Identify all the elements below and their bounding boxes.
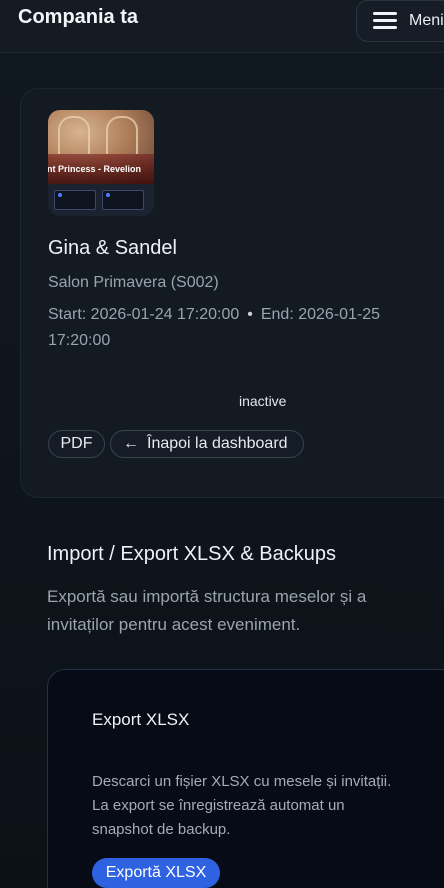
- hamburger-icon: [373, 12, 397, 30]
- event-schedule: Start: 2026-01-24 17:20:00 • End: 2026-01-…: [48, 302, 418, 354]
- arrow-left-icon: ←: [123, 435, 139, 452]
- event-venue: Salon Primavera (S002): [48, 274, 219, 291]
- schedule-separator: •: [247, 306, 253, 323]
- app-frame: Compania ta Meniu ant Princess - Revelio…: [0, 0, 444, 888]
- menu-button[interactable]: Meniu: [356, 0, 444, 42]
- event-title: Gina & Sandel: [48, 237, 177, 259]
- thumbnail-caption: ant Princess - Revelion: [48, 154, 154, 184]
- status-badge: inactive: [239, 393, 287, 409]
- pdf-button-label: PDF: [60, 435, 93, 452]
- export-card-description: Descarci un fișier XLSX cu mesele și inv…: [92, 773, 392, 838]
- export-xlsx-card: Export XLSX Descarci un fișier XLSX cu m…: [47, 669, 444, 888]
- back-button-label: Înapoi la dashboard: [147, 435, 288, 452]
- event-thumbnail: ant Princess - Revelion: [48, 110, 154, 216]
- import-export-description: Exportă sau importă structura meselor și…: [47, 587, 367, 634]
- export-xlsx-button[interactable]: Exportă XLSX: [92, 858, 220, 888]
- event-start: Start: 2026-01-24 17:20:00: [48, 306, 240, 323]
- pdf-button[interactable]: PDF: [48, 430, 105, 458]
- event-card: ant Princess - Revelion Gina & Sandel Sa…: [20, 88, 444, 498]
- import-export-title: Import / Export XLSX & Backups: [47, 543, 337, 565]
- top-bar: Compania ta Meniu: [0, 0, 444, 53]
- thumbnail-ui-strip: [48, 184, 154, 216]
- export-card-title: Export XLSX: [92, 710, 190, 729]
- brand-title[interactable]: Compania ta: [18, 6, 138, 29]
- back-to-dashboard-button[interactable]: ← Înapoi la dashboard: [110, 430, 304, 458]
- menu-label: Meniu: [409, 12, 444, 29]
- export-button-label: Exportă XLSX: [105, 864, 207, 881]
